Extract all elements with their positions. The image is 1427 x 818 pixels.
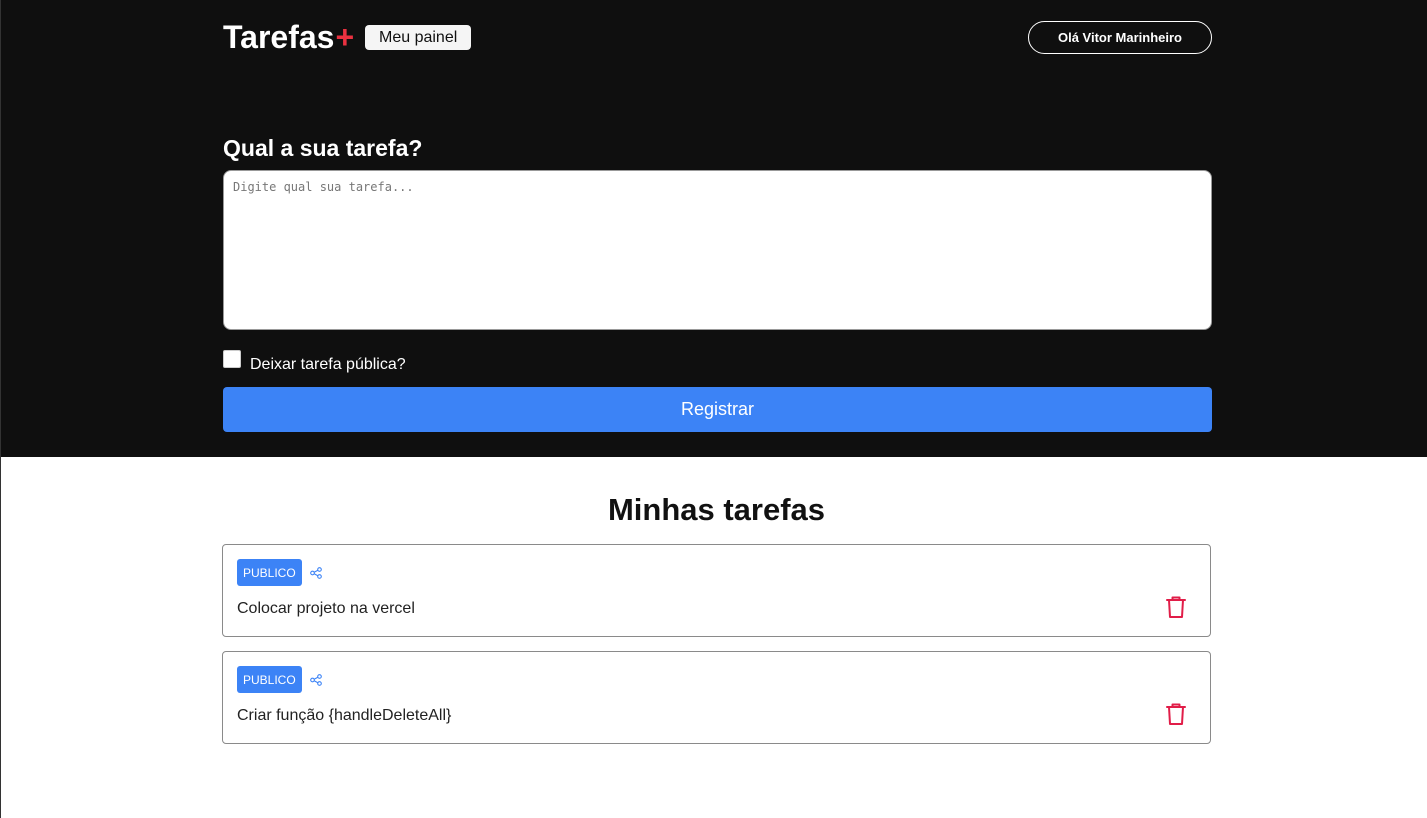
site-header: Tarefas + Meu painel Olá Vitor Marinheiro bbox=[223, 20, 1212, 54]
tasks-title: Minhas tarefas bbox=[607, 492, 826, 527]
logo-plus: + bbox=[335, 19, 355, 55]
task-card: PUBLICO Colocar projeto na vercel bbox=[222, 544, 1211, 637]
task-textarea[interactable] bbox=[223, 170, 1212, 330]
public-checkbox-label[interactable]: Deixar tarefa pública? bbox=[250, 356, 406, 374]
task-text[interactable]: Colocar projeto na vercel bbox=[237, 600, 415, 618]
logo-text: Tarefas bbox=[223, 19, 335, 55]
task-text[interactable]: Criar função {handleDeleteAll} bbox=[237, 707, 451, 725]
public-badge: PUBLICO bbox=[237, 559, 302, 586]
task-card: PUBLICO Criar função {handleDeleteAll} bbox=[222, 651, 1211, 744]
register-button[interactable]: Registrar bbox=[223, 387, 1212, 432]
tasks-section: Minhas tarefas PUBLICO Colocar projeto n… bbox=[222, 491, 1211, 744]
logo[interactable]: Tarefas + bbox=[223, 20, 354, 54]
my-panel-button[interactable]: Meu painel bbox=[365, 25, 472, 50]
task-tags: PUBLICO bbox=[237, 666, 322, 693]
trash-icon[interactable] bbox=[1165, 702, 1187, 726]
share-icon[interactable] bbox=[309, 673, 322, 686]
public-checkbox-row: Deixar tarefa pública? bbox=[223, 350, 1212, 374]
public-badge: PUBLICO bbox=[237, 666, 302, 693]
task-form: Qual a sua tarefa? Deixar tarefa pública… bbox=[223, 134, 1212, 432]
user-greeting-button[interactable]: Olá Vitor Marinheiro bbox=[1028, 21, 1212, 54]
top-section: Tarefas + Meu painel Olá Vitor Marinheiro… bbox=[1, 0, 1427, 457]
public-checkbox[interactable] bbox=[223, 350, 241, 368]
form-title: Qual a sua tarefa? bbox=[223, 135, 423, 161]
trash-icon[interactable] bbox=[1165, 595, 1187, 619]
task-tags: PUBLICO bbox=[237, 559, 322, 586]
share-icon[interactable] bbox=[309, 566, 322, 579]
